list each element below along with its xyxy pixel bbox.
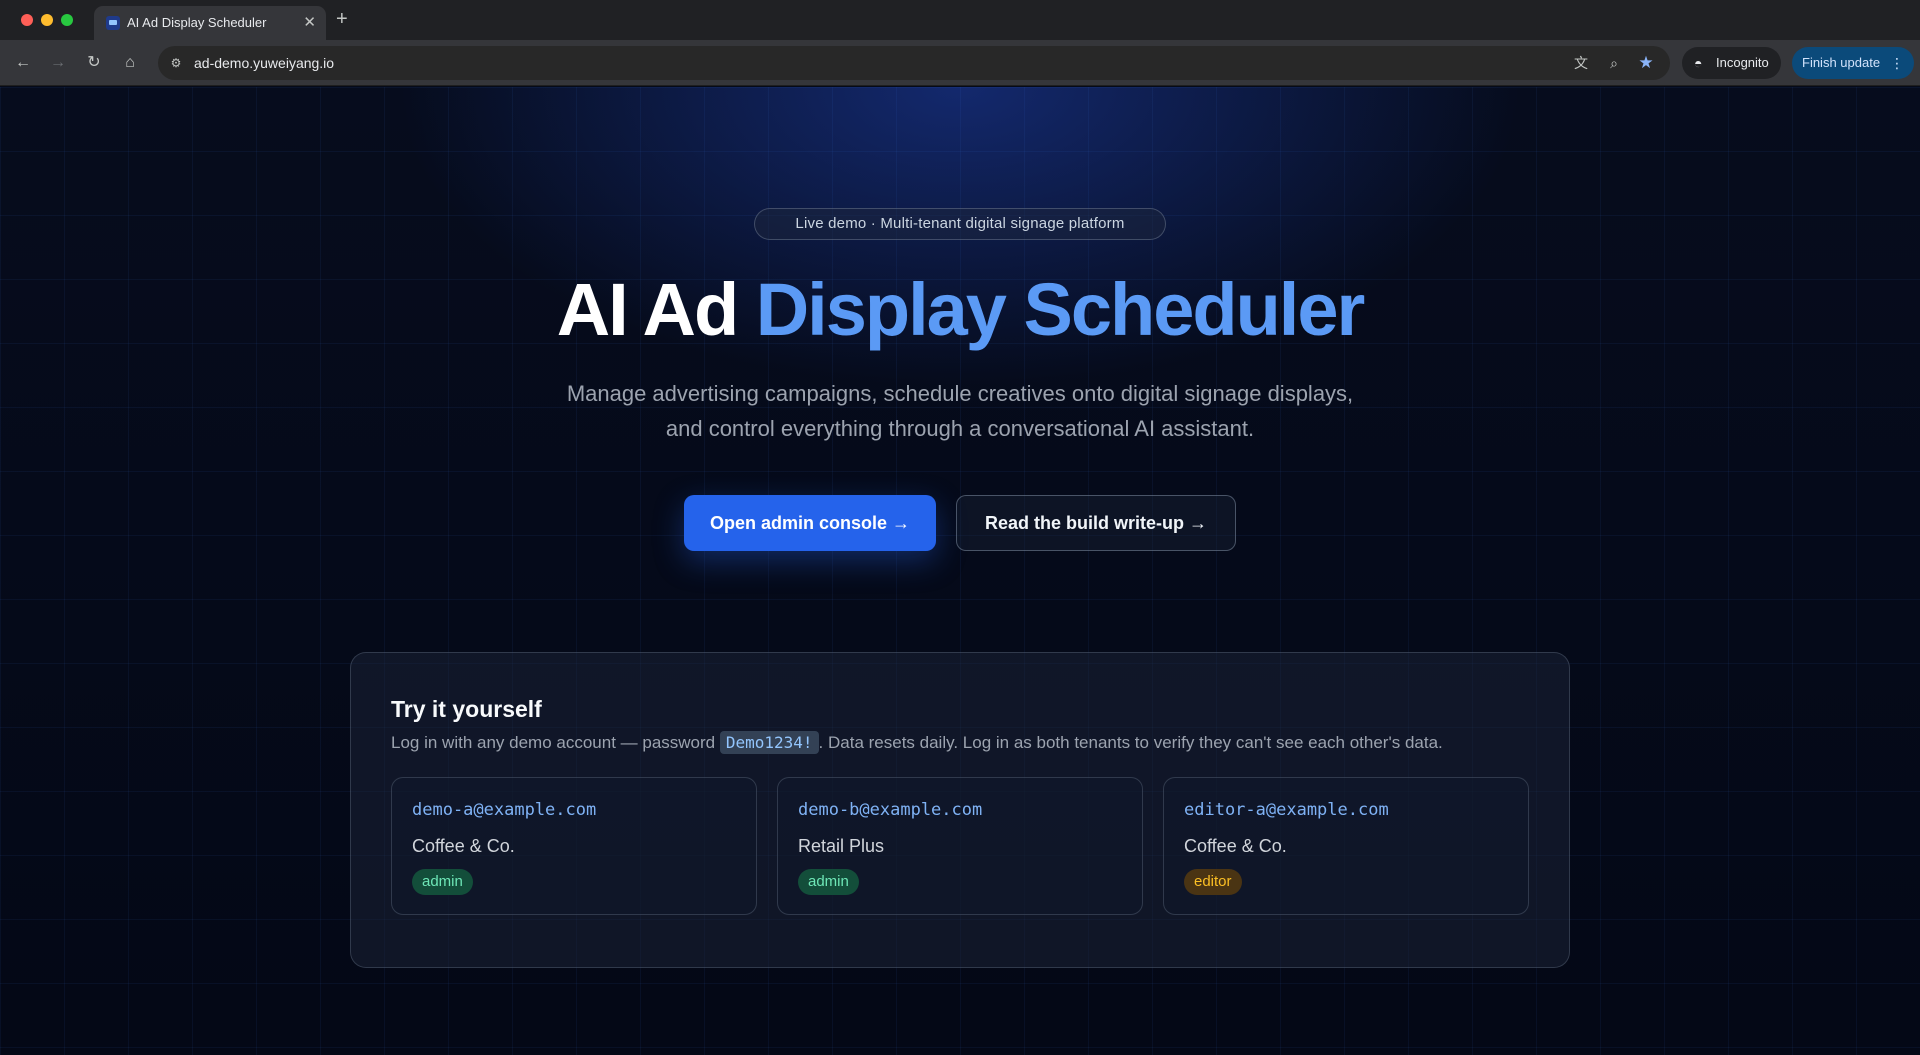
hero-subtitle: Manage advertising campaigns, schedule c… bbox=[510, 376, 1410, 446]
role-badge: admin bbox=[412, 869, 473, 895]
new-tab-button[interactable]: + bbox=[336, 7, 348, 31]
reload-icon[interactable]: ↻ bbox=[81, 50, 107, 76]
account-card-demo-b[interactable]: demo-b@example.com Retail Plus admin bbox=[777, 777, 1143, 915]
back-arrow-icon[interactable]: ← bbox=[10, 50, 36, 76]
role-badge: admin bbox=[798, 869, 859, 895]
translate-icon[interactable]: 文 bbox=[1572, 54, 1590, 72]
open-admin-console-button[interactable]: Open admin console → bbox=[684, 495, 936, 551]
try-it-card: Try it yourself Log in with any demo acc… bbox=[350, 652, 1570, 968]
role-badge: editor bbox=[1184, 869, 1242, 895]
page-title: AI Ad Display Scheduler bbox=[0, 267, 1920, 353]
title-part-white: AI Ad bbox=[556, 268, 739, 351]
favicon-icon bbox=[106, 16, 120, 30]
browser-tab-bar: AI Ad Display Scheduler ✕ + bbox=[0, 0, 1920, 40]
demo-password: Demo1234! bbox=[719, 731, 819, 754]
close-window-button[interactable] bbox=[21, 14, 33, 26]
tab-close-icon[interactable]: ✕ bbox=[303, 13, 316, 31]
minimize-window-button[interactable] bbox=[41, 14, 53, 26]
finish-update-label: Finish update bbox=[1802, 55, 1881, 70]
desc-before: Log in with any demo account — password bbox=[391, 733, 720, 752]
incognito-indicator[interactable]: ◓ Incognito bbox=[1682, 47, 1781, 79]
landing-page: Live demo · Multi-tenant digital signage… bbox=[0, 87, 1920, 1055]
account-email: editor-a@example.com bbox=[1184, 800, 1389, 820]
address-bar[interactable]: ⚙ ad-demo.yuweiyang.io 文 ⌕ ★ bbox=[158, 46, 1670, 80]
tab-title: AI Ad Display Scheduler bbox=[127, 15, 267, 30]
try-it-title: Try it yourself bbox=[391, 696, 542, 722]
subtitle-line-2: and control everything through a convers… bbox=[665, 416, 1255, 441]
account-card-editor-a[interactable]: editor-a@example.com Coffee & Co. editor bbox=[1163, 777, 1529, 915]
account-org: Coffee & Co. bbox=[412, 836, 515, 856]
read-write-up-button[interactable]: Read the build write-up → bbox=[956, 495, 1236, 551]
live-demo-badge: Live demo · Multi-tenant digital signage… bbox=[754, 208, 1166, 240]
forward-arrow-icon[interactable]: → bbox=[45, 50, 71, 76]
url-text[interactable]: ad-demo.yuweiyang.io bbox=[194, 55, 334, 71]
subtitle-line-1: Manage advertising campaigns, schedule c… bbox=[566, 381, 1354, 406]
home-icon[interactable]: ⌂ bbox=[117, 50, 143, 76]
star-icon[interactable]: ★ bbox=[1637, 54, 1655, 72]
try-it-description: Log in with any demo account — password … bbox=[391, 731, 1443, 754]
maximize-window-button[interactable] bbox=[61, 14, 73, 26]
account-email: demo-a@example.com bbox=[412, 800, 597, 820]
account-email: demo-b@example.com bbox=[798, 800, 983, 820]
account-card-demo-a[interactable]: demo-a@example.com Coffee & Co. admin bbox=[391, 777, 757, 915]
browser-tab[interactable]: AI Ad Display Scheduler ✕ bbox=[94, 6, 326, 40]
finish-update-button[interactable]: Finish update ⋮ bbox=[1792, 47, 1914, 79]
desc-after: . Data resets daily. Log in as both tena… bbox=[818, 733, 1443, 752]
browser-toolbar: ← → ↻ ⌂ ⚙ ad-demo.yuweiyang.io 文 ⌕ ★ ◓ I… bbox=[0, 40, 1920, 86]
kebab-menu-icon[interactable]: ⋮ bbox=[1890, 47, 1904, 79]
account-org: Coffee & Co. bbox=[1184, 836, 1287, 856]
site-info-icon[interactable]: ⚙ bbox=[168, 55, 184, 71]
incognito-icon: ◓ bbox=[1694, 55, 1703, 71]
account-org: Retail Plus bbox=[798, 836, 885, 856]
zoom-icon[interactable]: ⌕ bbox=[1605, 54, 1623, 72]
incognito-label: Incognito bbox=[1716, 55, 1769, 70]
title-part-blue: Display Scheduler bbox=[755, 268, 1366, 351]
